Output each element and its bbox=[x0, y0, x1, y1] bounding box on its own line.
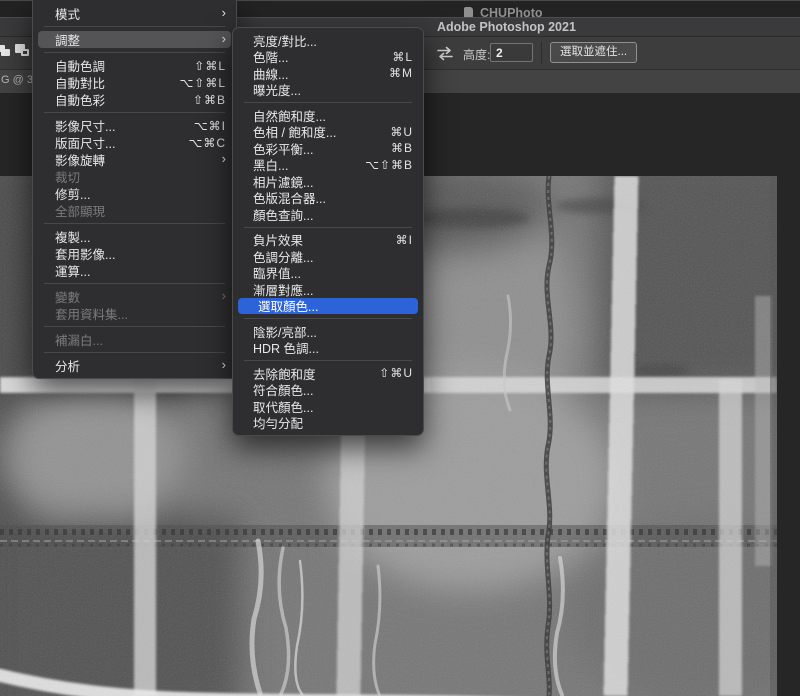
menu-item-auto-color[interactable]: 自動色彩 ⇧⌘B bbox=[33, 91, 236, 108]
chevron-right-icon: › bbox=[222, 32, 226, 45]
menu-separator bbox=[44, 283, 225, 284]
menu-item-label: 運算... bbox=[55, 261, 90, 280]
height-field-label: 高度: bbox=[463, 46, 490, 63]
menu-item-color-balance[interactable]: 色彩平衡...⌘B bbox=[233, 140, 423, 157]
menu-item-calculations[interactable]: 運算... bbox=[33, 262, 236, 279]
menu-item-vibrance[interactable]: 自然飽和度... bbox=[233, 107, 423, 124]
menu-item-shortcut: ⌥⇧⌘B bbox=[365, 158, 413, 172]
menu-separator bbox=[244, 360, 412, 361]
menu-item-label: 選取顏色... bbox=[258, 296, 318, 315]
menu-item-auto-tone[interactable]: 自動色調⇧⌘L bbox=[33, 57, 236, 74]
menu-item-canvas-size[interactable]: 版面尺寸...⌥⌘C bbox=[33, 134, 236, 151]
height-input[interactable] bbox=[490, 43, 533, 62]
menu-item-image-rotation[interactable]: 影像旋轉› bbox=[33, 151, 236, 168]
menu-item-variables: 變數› bbox=[33, 288, 236, 305]
menu-item-shadows-highlights[interactable]: 陰影/亮部... bbox=[233, 323, 423, 340]
menu-separator bbox=[244, 318, 412, 319]
menu-item-shortcut: ⌥⇧⌘L bbox=[179, 76, 226, 90]
menu-item-shortcut: ⌘I bbox=[396, 233, 413, 247]
menu-item-shortcut: ⌥⌘I bbox=[194, 119, 226, 133]
menu-item-color-lookup[interactable]: 顏色查詢... bbox=[233, 206, 423, 223]
menu-item-curves[interactable]: 曲線...⌘M bbox=[233, 65, 423, 82]
menu-item-equalize[interactable]: 均勻分配 bbox=[233, 415, 423, 432]
menu-item-image-size[interactable]: 影像尺寸...⌥⌘I bbox=[33, 117, 236, 134]
menu-item-exposure[interactable]: 曝光度... bbox=[233, 82, 423, 99]
menu-separator bbox=[44, 326, 225, 327]
background-tab-title: CHUPhoto bbox=[480, 5, 543, 17]
document-icon bbox=[464, 7, 473, 17]
menu-item-reveal-all: 全部顯現 bbox=[33, 202, 236, 219]
menu-item-shortcut: ⌥⌘C bbox=[189, 136, 227, 150]
menu-item-label: 補漏白... bbox=[55, 330, 103, 349]
menu-item-posterize[interactable]: 色調分離... bbox=[233, 248, 423, 265]
menu-item-shortcut: ⇧⌘L bbox=[194, 59, 226, 73]
menu-item-label: 模式 bbox=[55, 4, 80, 23]
menu-item-replace-color[interactable]: 取代顏色... bbox=[233, 398, 423, 415]
select-and-mask-button[interactable]: 選取並遮住... bbox=[550, 42, 637, 63]
menu-item-desaturate[interactable]: 去除飽和度⇧⌘U bbox=[233, 365, 423, 382]
menu-item-trim[interactable]: 修剪... bbox=[33, 185, 236, 202]
menu-item-photo-filter[interactable]: 相片濾鏡... bbox=[233, 173, 423, 190]
menu-item-crop: 裁切 bbox=[33, 168, 236, 185]
menu-item-shortcut: ⇧⌘U bbox=[379, 366, 413, 380]
menu-item-adjustments[interactable]: 調整 › bbox=[38, 31, 231, 48]
menu-item-label: 全部顯現 bbox=[55, 201, 105, 220]
selection-mode-add-icon[interactable] bbox=[0, 44, 12, 57]
menu-item-levels[interactable]: 色階...⌘L bbox=[233, 49, 423, 66]
menu-item-mode[interactable]: 模式 › bbox=[33, 5, 236, 22]
menu-item-apply-data-set: 套用資料集... bbox=[33, 305, 236, 322]
menu-separator bbox=[244, 102, 412, 103]
menu-item-channel-mixer[interactable]: 色版混合器... bbox=[233, 190, 423, 207]
menu-item-match-color[interactable]: 符合顏色... bbox=[233, 382, 423, 399]
adjustments-submenu: 亮度/對比... 色階...⌘L 曲線...⌘M 曝光度... 自然飽和度...… bbox=[232, 27, 424, 436]
menu-separator bbox=[44, 223, 225, 224]
menu-item-label: 均勻分配 bbox=[253, 413, 303, 432]
menu-item-analysis[interactable]: 分析 › bbox=[33, 357, 236, 374]
menu-item-shortcut: ⇧⌘B bbox=[193, 93, 226, 107]
menu-separator bbox=[244, 227, 412, 228]
menu-item-selective-color[interactable]: 選取顏色... bbox=[238, 298, 418, 315]
menu-item-label: 自動色彩 bbox=[55, 90, 105, 109]
chevron-right-icon: › bbox=[222, 289, 226, 302]
menu-item-shortcut: ⌘M bbox=[389, 66, 413, 80]
menu-item-duplicate[interactable]: 複製... bbox=[33, 228, 236, 245]
menu-item-label: 曝光度... bbox=[253, 80, 301, 99]
menu-item-hdr-toning[interactable]: HDR 色調... bbox=[233, 340, 423, 357]
menu-separator bbox=[44, 352, 225, 353]
menu-item-label: HDR 色調... bbox=[253, 338, 319, 357]
menu-item-label: 顏色查詢... bbox=[253, 205, 313, 224]
menu-separator bbox=[44, 112, 225, 113]
photoshop-window: CHUPhoto Adobe Photoshop 2021 高度: 選取並遮住.… bbox=[0, 0, 800, 696]
menu-item-trap: 補漏白... bbox=[33, 331, 236, 348]
menu-item-shortcut: ⌘U bbox=[390, 125, 413, 139]
menu-item-gradient-map[interactable]: 漸層對應... bbox=[233, 281, 423, 298]
menu-item-label: 調整 bbox=[55, 30, 80, 49]
menu-item-apply-image[interactable]: 套用影像... bbox=[33, 245, 236, 262]
menu-item-label: 套用資料集... bbox=[55, 304, 128, 323]
menu-item-brightness-contrast[interactable]: 亮度/對比... bbox=[233, 32, 423, 49]
chevron-right-icon: › bbox=[222, 6, 226, 19]
menu-item-hue-saturation[interactable]: 色相 / 飽和度...⌘U bbox=[233, 124, 423, 141]
menu-item-auto-contrast[interactable]: 自動對比⌥⇧⌘L bbox=[33, 74, 236, 91]
menu-item-black-white[interactable]: 黑白...⌥⇧⌘B bbox=[233, 157, 423, 174]
menu-item-threshold[interactable]: 臨界值... bbox=[233, 265, 423, 282]
menu-separator bbox=[44, 26, 225, 27]
selection-mode-subtract-icon[interactable] bbox=[15, 44, 31, 58]
chevron-right-icon: › bbox=[222, 358, 226, 371]
options-divider bbox=[541, 42, 542, 64]
menu-item-invert[interactable]: 負片效果⌘I bbox=[233, 232, 423, 249]
menu-item-shortcut: ⌘B bbox=[391, 141, 413, 155]
menu-separator bbox=[44, 52, 225, 53]
window-title: Adobe Photoshop 2021 bbox=[437, 20, 576, 34]
menu-item-label: 分析 bbox=[55, 356, 80, 375]
background-tab[interactable]: CHUPhoto bbox=[464, 5, 543, 17]
swap-width-height-icon[interactable] bbox=[436, 46, 454, 66]
image-menu: 模式 › 調整 › 自動色調⇧⌘L 自動對比⌥⇧⌘L 自動色彩 ⇧⌘B 影像尺寸...… bbox=[32, 0, 237, 379]
menu-item-shortcut: ⌘L bbox=[392, 50, 413, 64]
chevron-right-icon: › bbox=[222, 152, 226, 165]
